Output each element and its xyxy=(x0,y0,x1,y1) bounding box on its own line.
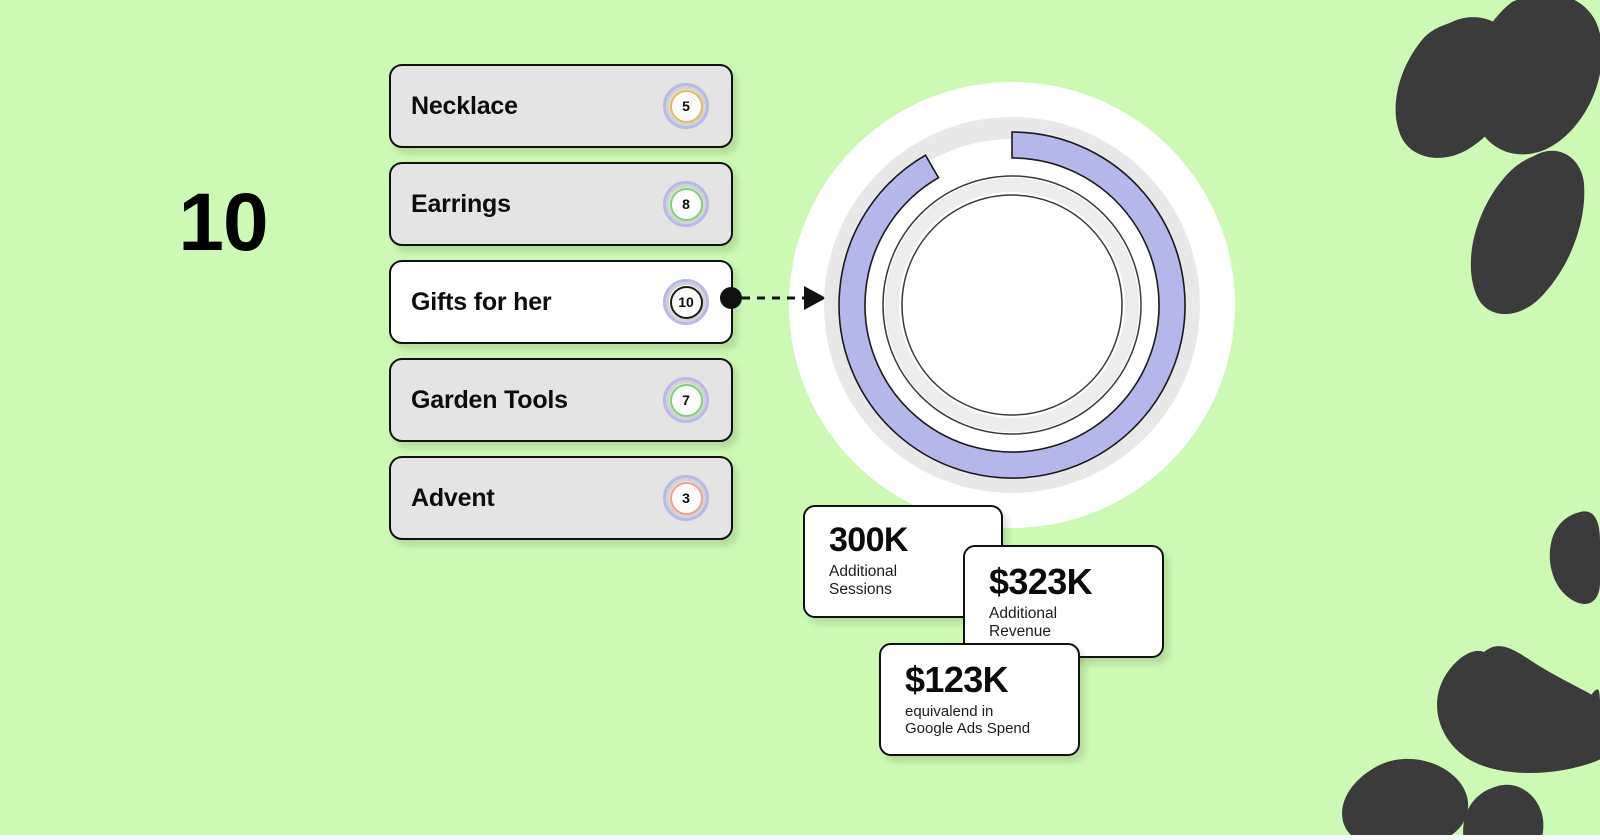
connector-dot xyxy=(720,287,742,309)
list-item-garden-tools[interactable]: Garden Tools 7 xyxy=(389,358,733,442)
list-item-advent[interactable]: Advent 3 xyxy=(389,456,733,540)
list-item-gifts-for-her[interactable]: Gifts for her 10 xyxy=(389,260,733,344)
stat-value: $323K xyxy=(989,561,1093,602)
rank-badge: 7 xyxy=(663,377,709,423)
stat-value: 300K xyxy=(829,521,908,559)
gauge-inner-shadow xyxy=(885,178,1139,432)
list-item-label: Earrings xyxy=(411,189,511,218)
stat-card-google-ads-equivalent[interactable]: $123K equivalend in Google Ads Spend xyxy=(879,643,1080,756)
list-item-earrings[interactable]: Earrings 8 xyxy=(389,162,733,246)
ranking-gauge[interactable] xyxy=(789,82,1235,528)
rank-badge: 8 xyxy=(663,181,709,227)
stat-card-additional-revenue[interactable]: $323K Additional Revenue xyxy=(963,545,1164,658)
rank-badge: 5 xyxy=(663,83,709,129)
list-item-necklace[interactable]: Necklace 5 xyxy=(389,64,733,148)
badge-count: 10 xyxy=(678,294,694,310)
list-item-label: Advent xyxy=(411,483,495,512)
badge-count: 5 xyxy=(682,98,690,114)
badge-count: 3 xyxy=(682,490,690,506)
badge-count: 7 xyxy=(682,392,690,408)
category-list: Necklace 5 Earrings 8 Gifts for her 10 G… xyxy=(389,64,733,554)
badge-count: 8 xyxy=(682,196,690,212)
stat-value: $123K xyxy=(905,659,1009,700)
list-item-label: Necklace xyxy=(411,91,518,120)
gauge-outline-circle-inner xyxy=(901,194,1123,416)
list-item-label: Garden Tools xyxy=(411,385,568,414)
stat-label: Additional Revenue xyxy=(989,604,1058,641)
stat-label: Additional Sessions xyxy=(829,562,898,598)
gauge-outline-circle-outer xyxy=(882,175,1142,435)
stat-label: equivalend in Google Ads Spend xyxy=(905,702,1031,738)
rank-badge: 10 xyxy=(663,279,709,325)
dashboard-stage: Necklace 5 Earrings 8 Gifts for her 10 G… xyxy=(0,0,1600,840)
rank-badge: 3 xyxy=(663,475,709,521)
list-item-label: Gifts for her xyxy=(411,287,552,316)
